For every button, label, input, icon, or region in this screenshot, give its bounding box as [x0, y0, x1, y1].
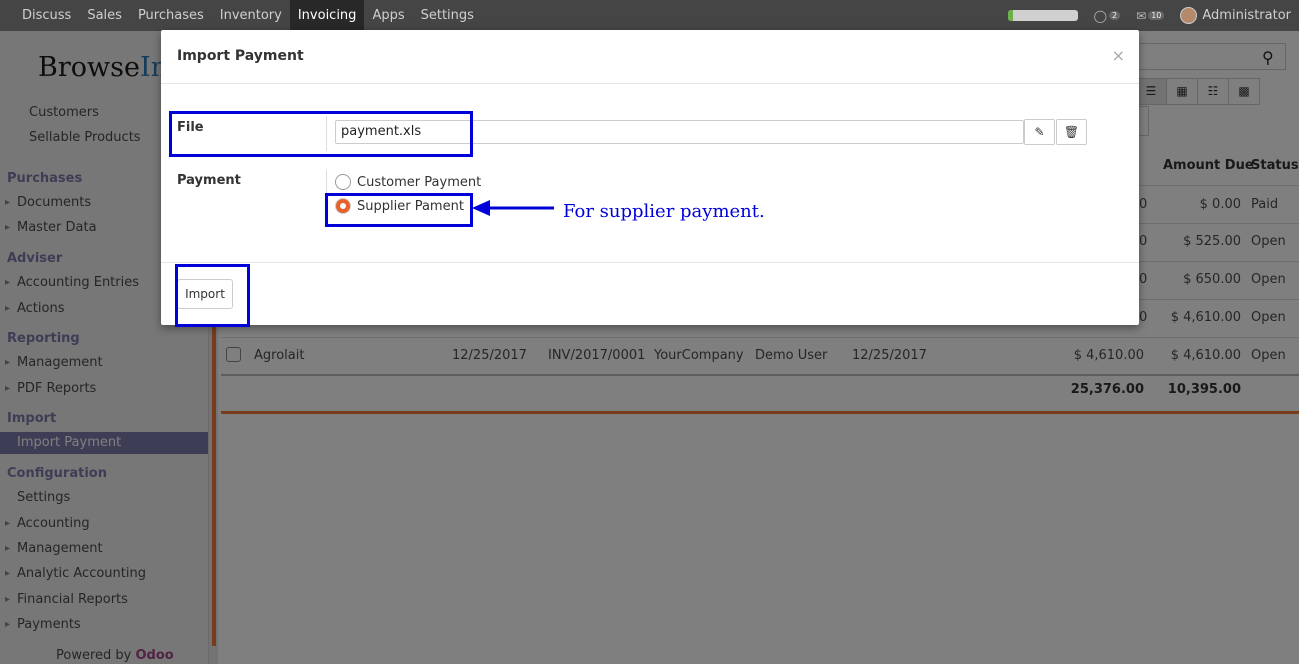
- chat-icon[interactable]: ◯ 2: [1094, 9, 1121, 23]
- close-icon[interactable]: ×: [1112, 46, 1125, 65]
- message-count: 10: [1148, 11, 1165, 20]
- annotation-text: For supplier payment.: [563, 201, 765, 222]
- modal-title: Import Payment: [177, 48, 304, 64]
- radio-label: Customer Payment: [357, 174, 482, 190]
- radio-button[interactable]: [335, 174, 351, 190]
- menu-discuss[interactable]: Discuss: [14, 0, 79, 31]
- menu-settings[interactable]: Settings: [413, 0, 482, 31]
- menu-apps[interactable]: Apps: [364, 0, 412, 31]
- systray: ◯ 2 ✉ 10 Administrator: [1007, 0, 1291, 31]
- edit-icon[interactable]: ✎: [1024, 119, 1055, 145]
- menu-sales[interactable]: Sales: [79, 0, 130, 31]
- annotation-box-file: [169, 111, 473, 157]
- menu-invoicing[interactable]: Invoicing: [289, 0, 365, 31]
- trash-icon[interactable]: 🗑: [1056, 119, 1087, 145]
- progress-bar: [1007, 10, 1078, 21]
- user-name: Administrator: [1202, 8, 1291, 23]
- annotation-box-import: [175, 264, 250, 327]
- modal-header: Import Payment ×: [161, 30, 1139, 84]
- radio-customer-payment[interactable]: Customer Payment: [335, 174, 481, 190]
- annotation-box-supplier: [325, 193, 473, 227]
- messages-icon[interactable]: ✉ 10: [1136, 9, 1165, 23]
- top-navbar: Discuss Sales Purchases Inventory Invoic…: [0, 0, 1299, 31]
- menu-purchases[interactable]: Purchases: [130, 0, 212, 31]
- user-menu[interactable]: Administrator: [1180, 7, 1291, 24]
- avatar: [1180, 7, 1198, 24]
- app-menu: Discuss Sales Purchases Inventory Invoic…: [14, 0, 482, 31]
- payment-label: Payment: [177, 173, 241, 188]
- chat-count: 2: [1109, 11, 1121, 20]
- menu-inventory[interactable]: Inventory: [212, 0, 290, 31]
- modal-footer: [161, 262, 1139, 325]
- annotation-arrow-icon: [472, 200, 554, 216]
- import-payment-dialog: Import Payment × File payment.xls ✎ 🗑 Pa…: [161, 30, 1139, 325]
